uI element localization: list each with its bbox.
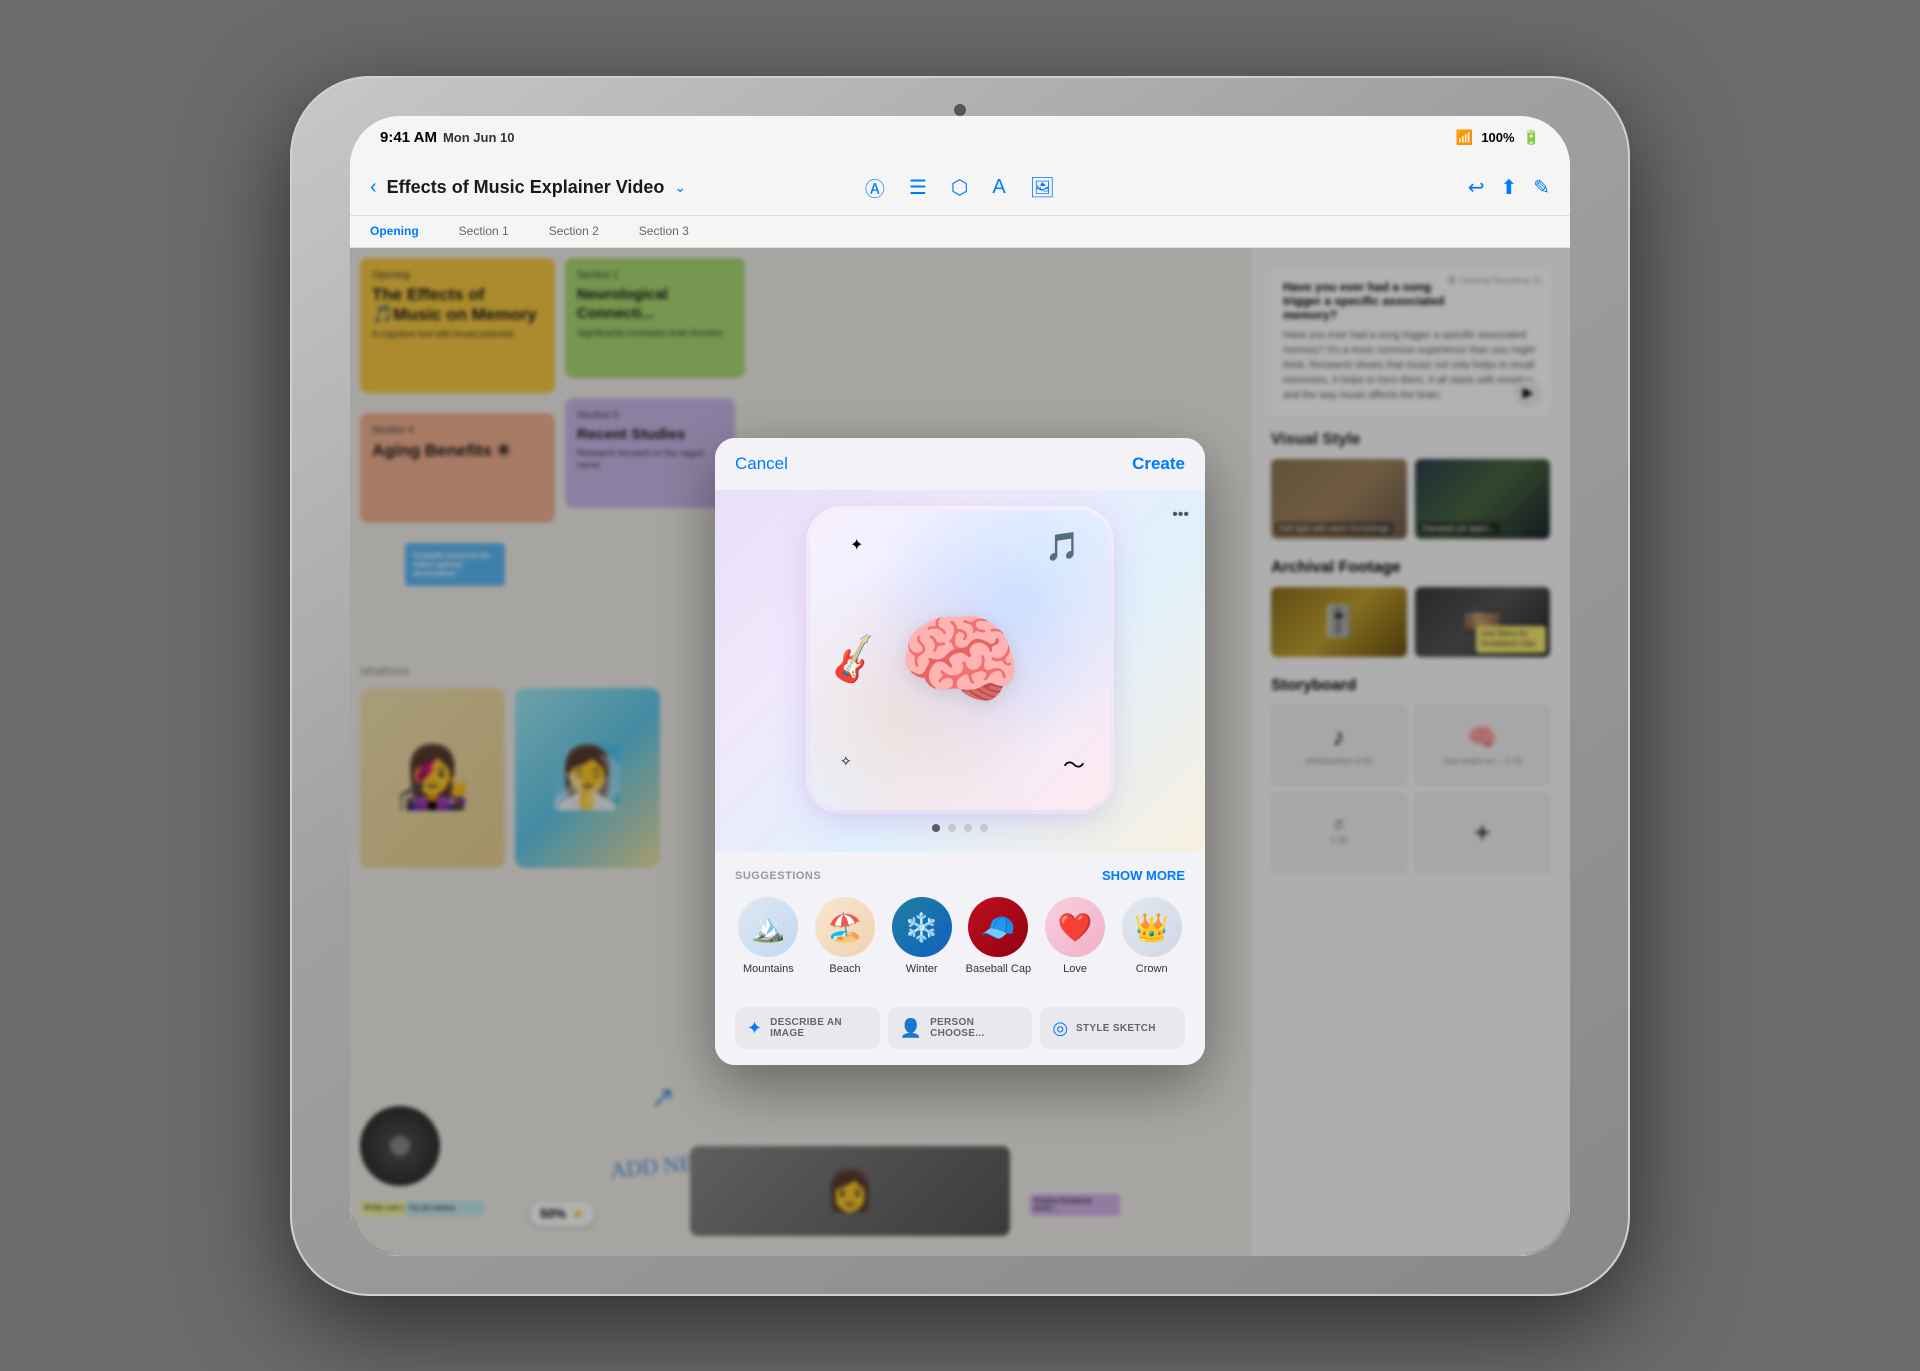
section-2[interactable]: Section 2	[549, 224, 599, 238]
suggestion-love-label: Love	[1063, 963, 1087, 975]
suggestion-crown-icon: 👑	[1122, 897, 1182, 957]
suggestions-row: 🏔️ Mountains 🏖️ Beach	[735, 897, 1185, 975]
suggestions-section: SUGGESTIONS SHOW MORE 🏔️ Mountains	[715, 852, 1205, 1007]
status-time: 9:41 AM	[380, 129, 437, 146]
battery-text: 100%	[1481, 130, 1514, 145]
back-button[interactable]: ‹	[370, 176, 377, 199]
brain-image: 🧠	[898, 602, 1023, 719]
modal-more-button[interactable]: •••	[1172, 506, 1189, 524]
deco-sparkle2-icon: ✧	[840, 753, 852, 770]
section-1[interactable]: Section 1	[459, 224, 509, 238]
describe-icon: ✦	[747, 1018, 762, 1039]
suggestion-beach-icon: 🏖️	[815, 897, 875, 957]
main-content: Opening The Effects of 🎵Music on Memory …	[350, 248, 1570, 1256]
section-3[interactable]: Section 3	[639, 224, 689, 238]
section-opening[interactable]: Opening	[370, 224, 419, 238]
suggestion-beach[interactable]: 🏖️ Beach	[812, 897, 879, 975]
toolbar-icon-search[interactable]: Ⓐ	[865, 173, 885, 202]
bottom-options: ✦ DESCRIBE AN IMAGE 👤 PERSON CHOOSE... ◎…	[715, 1007, 1205, 1065]
toolbar-icon-cloud[interactable]: ⬡	[951, 175, 968, 200]
page-dot-2[interactable]	[948, 824, 956, 832]
status-date: Mon Jun 10	[443, 130, 515, 145]
modal-cancel-button[interactable]: Cancel	[735, 454, 788, 474]
modal-overlay: Cancel Create ••• 🎸 🎵 〜 ✦	[350, 248, 1570, 1256]
page-dot-3[interactable]	[964, 824, 972, 832]
toolbar-icon-text[interactable]: A	[992, 176, 1005, 199]
suggestion-beach-label: Beach	[829, 963, 860, 975]
suggestion-crown-label: Crown	[1136, 963, 1168, 975]
describe-label: DESCRIBE AN IMAGE	[770, 1017, 868, 1039]
status-bar: 9:41 AM Mon Jun 10 📶 100% 🔋	[350, 116, 1570, 160]
suggestions-header: SUGGESTIONS SHOW MORE	[735, 868, 1185, 883]
suggestion-winter-icon: ❄️	[892, 897, 952, 957]
ai-generated-image: 🎸 🎵 〜 ✦ ✧ 🧠	[810, 510, 1110, 810]
toolbar: ‹ Effects of Music Explainer Video ⌄ Ⓐ ☰…	[350, 160, 1570, 216]
suggestion-winter[interactable]: ❄️ Winter	[888, 897, 955, 975]
document-title: Effects of Music Explainer Video	[387, 177, 665, 198]
modal-image-area: ••• 🎸 🎵 〜 ✦ ✧ 🧠	[715, 490, 1205, 852]
suggestion-baseball-cap[interactable]: 🧢 Baseball Cap	[965, 897, 1032, 975]
deco-sparkle1-icon: ✦	[850, 535, 863, 555]
title-dropdown-icon[interactable]: ⌄	[674, 179, 686, 196]
person-icon: 👤	[900, 1018, 922, 1039]
suggestions-label: SUGGESTIONS	[735, 870, 821, 882]
suggestion-crown[interactable]: 👑 Crown	[1118, 897, 1185, 975]
toolbar-icon-list[interactable]: ☰	[909, 175, 927, 200]
sections-bar: Opening Section 1 Section 2 Section 3	[350, 216, 1570, 248]
suggestion-baseball-label: Baseball Cap	[966, 963, 1031, 975]
toolbar-icon-edit[interactable]: ✎	[1533, 175, 1550, 200]
page-dot-1[interactable]	[932, 824, 940, 832]
suggestion-winter-label: Winter	[906, 963, 938, 975]
toolbar-icon-undo[interactable]: ↩	[1468, 175, 1485, 200]
person-choose-option[interactable]: 👤 PERSON CHOOSE...	[888, 1007, 1033, 1049]
show-more-button[interactable]: SHOW MORE	[1102, 868, 1185, 883]
toolbar-icon-photo[interactable]: 🖼	[1030, 175, 1055, 200]
modal-header: Cancel Create	[715, 438, 1205, 490]
modal-create-button[interactable]: Create	[1132, 454, 1185, 474]
battery-icon: 🔋	[1523, 129, 1540, 146]
ipad-screen: 9:41 AM Mon Jun 10 📶 100% 🔋 ‹ Effects of…	[350, 116, 1570, 1256]
suggestion-love[interactable]: ❤️ Love	[1042, 897, 1109, 975]
style-label: STYLE SKETCH	[1076, 1023, 1156, 1034]
ai-image-modal: Cancel Create ••• 🎸 🎵 〜 ✦	[715, 438, 1205, 1065]
wifi-icon: 📶	[1456, 129, 1473, 146]
deco-wave-icon: 〜	[1063, 748, 1085, 780]
deco-notes-icon: 🎵	[1045, 530, 1080, 563]
suggestion-love-icon: ❤️	[1045, 897, 1105, 957]
style-icon: ◎	[1052, 1018, 1068, 1039]
describe-image-option[interactable]: ✦ DESCRIBE AN IMAGE	[735, 1007, 880, 1049]
ipad-device: 9:41 AM Mon Jun 10 📶 100% 🔋 ‹ Effects of…	[290, 76, 1630, 1296]
suggestion-mountains-label: Mountains	[743, 963, 794, 975]
style-sketch-option[interactable]: ◎ STYLE SKETCH	[1040, 1007, 1185, 1049]
suggestion-baseball-icon: 🧢	[968, 897, 1028, 957]
suggestion-mountains[interactable]: 🏔️ Mountains	[735, 897, 802, 975]
toolbar-icon-share[interactable]: ⬆	[1500, 175, 1517, 200]
image-page-dots	[932, 824, 988, 832]
person-label: PERSON CHOOSE...	[930, 1017, 1020, 1039]
suggestion-mountains-icon: 🏔️	[738, 897, 798, 957]
page-dot-4[interactable]	[980, 824, 988, 832]
